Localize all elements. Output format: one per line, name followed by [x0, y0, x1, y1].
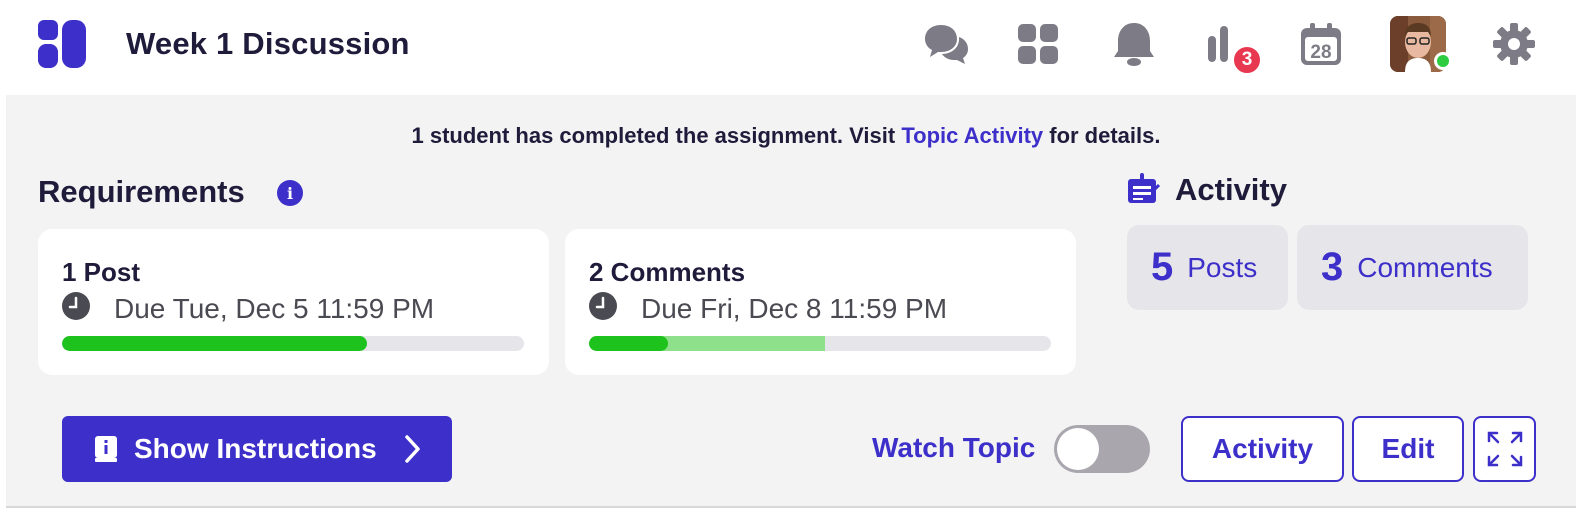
- requirement-title: 1 Post: [62, 257, 141, 287]
- topic-activity-link[interactable]: Topic Activity: [901, 123, 1043, 148]
- page-title: Week 1 Discussion: [126, 26, 410, 61]
- calendar-day: 28: [1310, 42, 1331, 63]
- expand-icon: [1487, 431, 1522, 467]
- calendar-icon[interactable]: 28: [1297, 20, 1345, 68]
- progress-fill: [589, 336, 668, 351]
- info-icon[interactable]: i: [277, 180, 303, 206]
- notice-prefix: 1 student has completed the assignment. …: [411, 123, 902, 148]
- progress-fill: [62, 336, 367, 351]
- chat-icon[interactable]: [922, 20, 970, 68]
- progress-bar: [589, 336, 1051, 351]
- edit-button[interactable]: Edit: [1352, 416, 1464, 482]
- notice-suffix: for details.: [1043, 123, 1161, 148]
- requirements-heading: Requirements: [38, 174, 245, 209]
- comments-stat[interactable]: 3 Comments: [1297, 225, 1528, 310]
- due-date: Due Fri, Dec 8 11:59 PM: [641, 293, 948, 324]
- progress-bar: [62, 336, 524, 351]
- watch-topic-label: Watch Topic: [872, 432, 1036, 463]
- clock-icon: [589, 292, 617, 320]
- stats-badge: 3: [1232, 45, 1262, 75]
- posts-count: 5: [1151, 245, 1174, 289]
- comments-label: Comments: [1357, 251, 1493, 283]
- book-icon: [95, 436, 117, 462]
- toggle-knob: [1057, 428, 1099, 470]
- comments-count: 3: [1321, 245, 1344, 289]
- apps-grid-icon[interactable]: [1014, 20, 1062, 68]
- bell-icon[interactable]: [1110, 20, 1158, 68]
- chevron-right-icon: [405, 435, 420, 463]
- requirement-title: 2 Comments: [589, 257, 746, 287]
- online-status-dot: [1434, 52, 1452, 70]
- app-logo-icon[interactable]: [36, 18, 88, 70]
- show-instructions-button[interactable]: Show Instructions: [62, 416, 452, 482]
- requirement-card-comments: 2 Comments Due Fri, Dec 8 11:59 PM: [565, 229, 1076, 375]
- activity-button[interactable]: Activity: [1181, 416, 1344, 482]
- top-header: Week 1 Discussion 3 28: [0, 0, 1576, 94]
- posts-stat[interactable]: 5 Posts: [1127, 225, 1288, 310]
- clock-icon: [62, 292, 90, 320]
- activity-icon: [1128, 173, 1160, 203]
- requirement-card-post: 1 Post Due Tue, Dec 5 11:59 PM: [38, 229, 549, 375]
- posts-label: Posts: [1187, 251, 1258, 283]
- gear-icon[interactable]: [1490, 20, 1538, 68]
- fullscreen-button[interactable]: [1473, 416, 1536, 482]
- activity-heading: Activity: [1175, 172, 1287, 207]
- completion-notice: 1 student has completed the assignment. …: [0, 123, 1572, 149]
- due-date: Due Tue, Dec 5 11:59 PM: [114, 293, 435, 324]
- watch-topic-toggle[interactable]: [1054, 425, 1150, 473]
- show-instructions-label: Show Instructions: [134, 433, 377, 464]
